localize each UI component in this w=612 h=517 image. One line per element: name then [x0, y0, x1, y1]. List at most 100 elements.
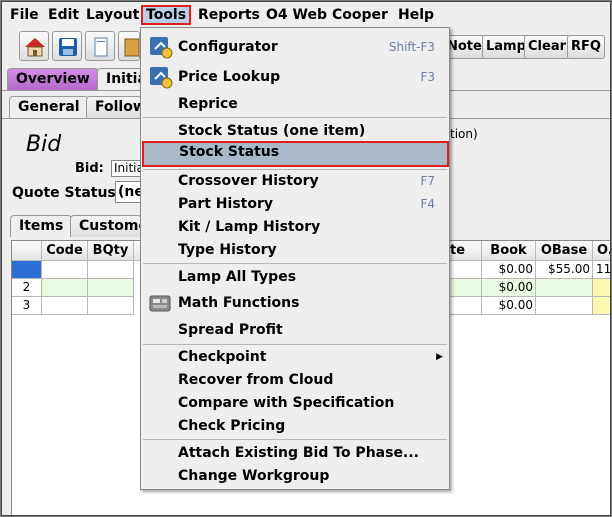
menu-item-stock-status-one[interactable]: Stock Status (one item) — [141, 120, 449, 143]
quote-status-select[interactable]: (ne — [115, 181, 143, 203]
menu-item-price-lookup[interactable]: Price Lookup F3 — [141, 63, 449, 91]
menu-item-change-workgroup[interactable]: Change Workgroup — [141, 465, 449, 488]
home-button[interactable] — [19, 31, 49, 61]
clipboard-icon — [124, 38, 139, 57]
menu-file[interactable]: File — [7, 5, 42, 25]
tab-overview[interactable]: Overview — [7, 68, 99, 90]
menu-item-checkpoint[interactable]: Checkpoint ▶ — [141, 346, 449, 369]
menu-item-label: Price Lookup — [178, 69, 281, 85]
menu-layout[interactable]: Layout — [83, 5, 142, 25]
menu-bar: File Edit Layout Tools Reports O4 Web Co… — [2, 2, 610, 27]
menu-item-check-pricing[interactable]: Check Pricing — [141, 415, 449, 438]
menu-reports[interactable]: Reports — [195, 5, 263, 25]
oa-cell[interactable] — [593, 279, 610, 297]
menu-item-configurator[interactable]: Configurator Shift-F3 — [141, 33, 449, 61]
menu-item-label: Stock Status — [179, 144, 280, 160]
menu-item-lamp-all-types[interactable]: Lamp All Types — [141, 266, 449, 289]
menu-separator — [143, 263, 447, 264]
tab-general[interactable]: General — [9, 96, 89, 118]
menu-item-label: Compare with Specification — [178, 395, 395, 411]
row-number[interactable]: 2 — [12, 279, 42, 297]
menu-item-label: Reprice — [178, 96, 238, 112]
menu-separator — [143, 439, 447, 440]
row-number[interactable]: 1 — [12, 261, 42, 279]
menu-edit[interactable]: Edit — [45, 5, 82, 25]
menu-item-stock-status[interactable]: Stock Status — [142, 141, 449, 167]
obase-cell[interactable]: $55.00 — [536, 261, 593, 279]
book-cell[interactable]: $0.00 — [482, 261, 536, 279]
menu-item-reprice[interactable]: Reprice — [141, 93, 449, 116]
menu-item-accel: F7 — [420, 174, 435, 188]
menu-item-label: Part History — [178, 196, 273, 212]
lamp-button[interactable]: Lamp — [482, 35, 530, 59]
oa-cell[interactable]: 11 — [593, 261, 610, 279]
tab-initial[interactable]: Initia — [97, 68, 147, 90]
table-cell[interactable] — [448, 297, 482, 315]
save-button[interactable] — [52, 31, 82, 61]
page-title: Bid — [26, 132, 62, 157]
menu-separator — [143, 344, 447, 345]
rfq-button[interactable]: RFQ — [567, 35, 605, 59]
menu-cooper[interactable]: Cooper — [329, 5, 391, 25]
table-cell[interactable] — [42, 279, 88, 297]
bid-field[interactable]: Initia — [111, 160, 143, 177]
table-cell[interactable] — [88, 297, 134, 315]
quote-status-label: Quote Status: — [12, 185, 122, 201]
header-oa[interactable]: O. — [593, 241, 610, 261]
menu-item-accel: F3 — [420, 70, 435, 84]
menu-item-label: Stock Status (one item) — [178, 123, 366, 139]
menu-item-spread-profit[interactable]: Spread Profit — [141, 319, 449, 342]
menu-item-type-history[interactable]: Type History — [141, 239, 449, 262]
menu-item-math-functions[interactable]: Math Functions — [141, 292, 449, 315]
app-window: File Edit Layout Tools Reports O4 Web Co… — [1, 1, 611, 516]
book-cell[interactable]: $0.00 — [482, 279, 536, 297]
document-icon — [94, 37, 108, 57]
obase-cell[interactable] — [536, 297, 593, 315]
menu-item-crossover-history[interactable]: Crossover History F7 — [141, 170, 449, 193]
menu-item-kit-lamp-history[interactable]: Kit / Lamp History — [141, 216, 449, 239]
menu-item-label: Kit / Lamp History — [178, 219, 321, 235]
obase-cell[interactable] — [536, 279, 593, 297]
header-book[interactable]: Book — [482, 241, 536, 261]
menu-item-label: Type History — [178, 242, 277, 258]
menu-o4web[interactable]: O4 Web — [263, 5, 330, 25]
grid-corner — [12, 241, 42, 261]
table-cell[interactable] — [448, 279, 482, 297]
copy-button[interactable] — [85, 31, 115, 61]
table-cell[interactable] — [448, 261, 482, 279]
menu-item-part-history[interactable]: Part History F4 — [141, 193, 449, 216]
row-number[interactable]: 3 — [12, 297, 42, 315]
menu-item-compare-spec[interactable]: Compare with Specification — [141, 392, 449, 415]
menu-item-label: Attach Existing Bid To Phase... — [178, 445, 419, 461]
submenu-arrow-icon: ▶ — [436, 352, 443, 362]
clear-button[interactable]: Clear — [524, 35, 570, 59]
header-code[interactable]: Code — [42, 241, 88, 261]
tab-items[interactable]: Items — [10, 215, 73, 237]
tab-customer[interactable]: Custome — [70, 215, 148, 237]
table-cell[interactable] — [42, 297, 88, 315]
tab-follow[interactable]: Follow — [86, 96, 146, 118]
menu-item-label: Spread Profit — [178, 322, 283, 338]
menu-item-label: Checkpoint — [178, 349, 267, 365]
calculator-icon — [149, 295, 171, 312]
table-cell[interactable] — [42, 261, 88, 279]
menu-item-accel: F4 — [420, 197, 435, 211]
menu-item-recover-cloud[interactable]: Recover from Cloud — [141, 369, 449, 392]
menu-item-label: Crossover History — [178, 173, 319, 189]
table-cell[interactable] — [88, 261, 134, 279]
house-icon — [25, 38, 45, 57]
menu-item-attach-bid[interactable]: Attach Existing Bid To Phase... — [141, 442, 449, 465]
menu-tools[interactable]: Tools — [141, 5, 192, 25]
menu-help[interactable]: Help — [395, 5, 437, 25]
bid-label: Bid: — [75, 161, 104, 176]
paste-button[interactable] — [118, 31, 140, 61]
book-cell[interactable]: $0.00 — [482, 297, 536, 315]
table-cell[interactable] — [88, 279, 134, 297]
oa-cell[interactable] — [593, 297, 610, 315]
menu-item-label: Change Workgroup — [178, 468, 330, 484]
header-bqty[interactable]: BQty — [88, 241, 134, 261]
header-te[interactable]: te — [448, 241, 482, 261]
menu-item-label: Check Pricing — [178, 418, 286, 434]
header-obase[interactable]: OBase — [536, 241, 593, 261]
tion-fragment: tion) — [450, 127, 478, 141]
